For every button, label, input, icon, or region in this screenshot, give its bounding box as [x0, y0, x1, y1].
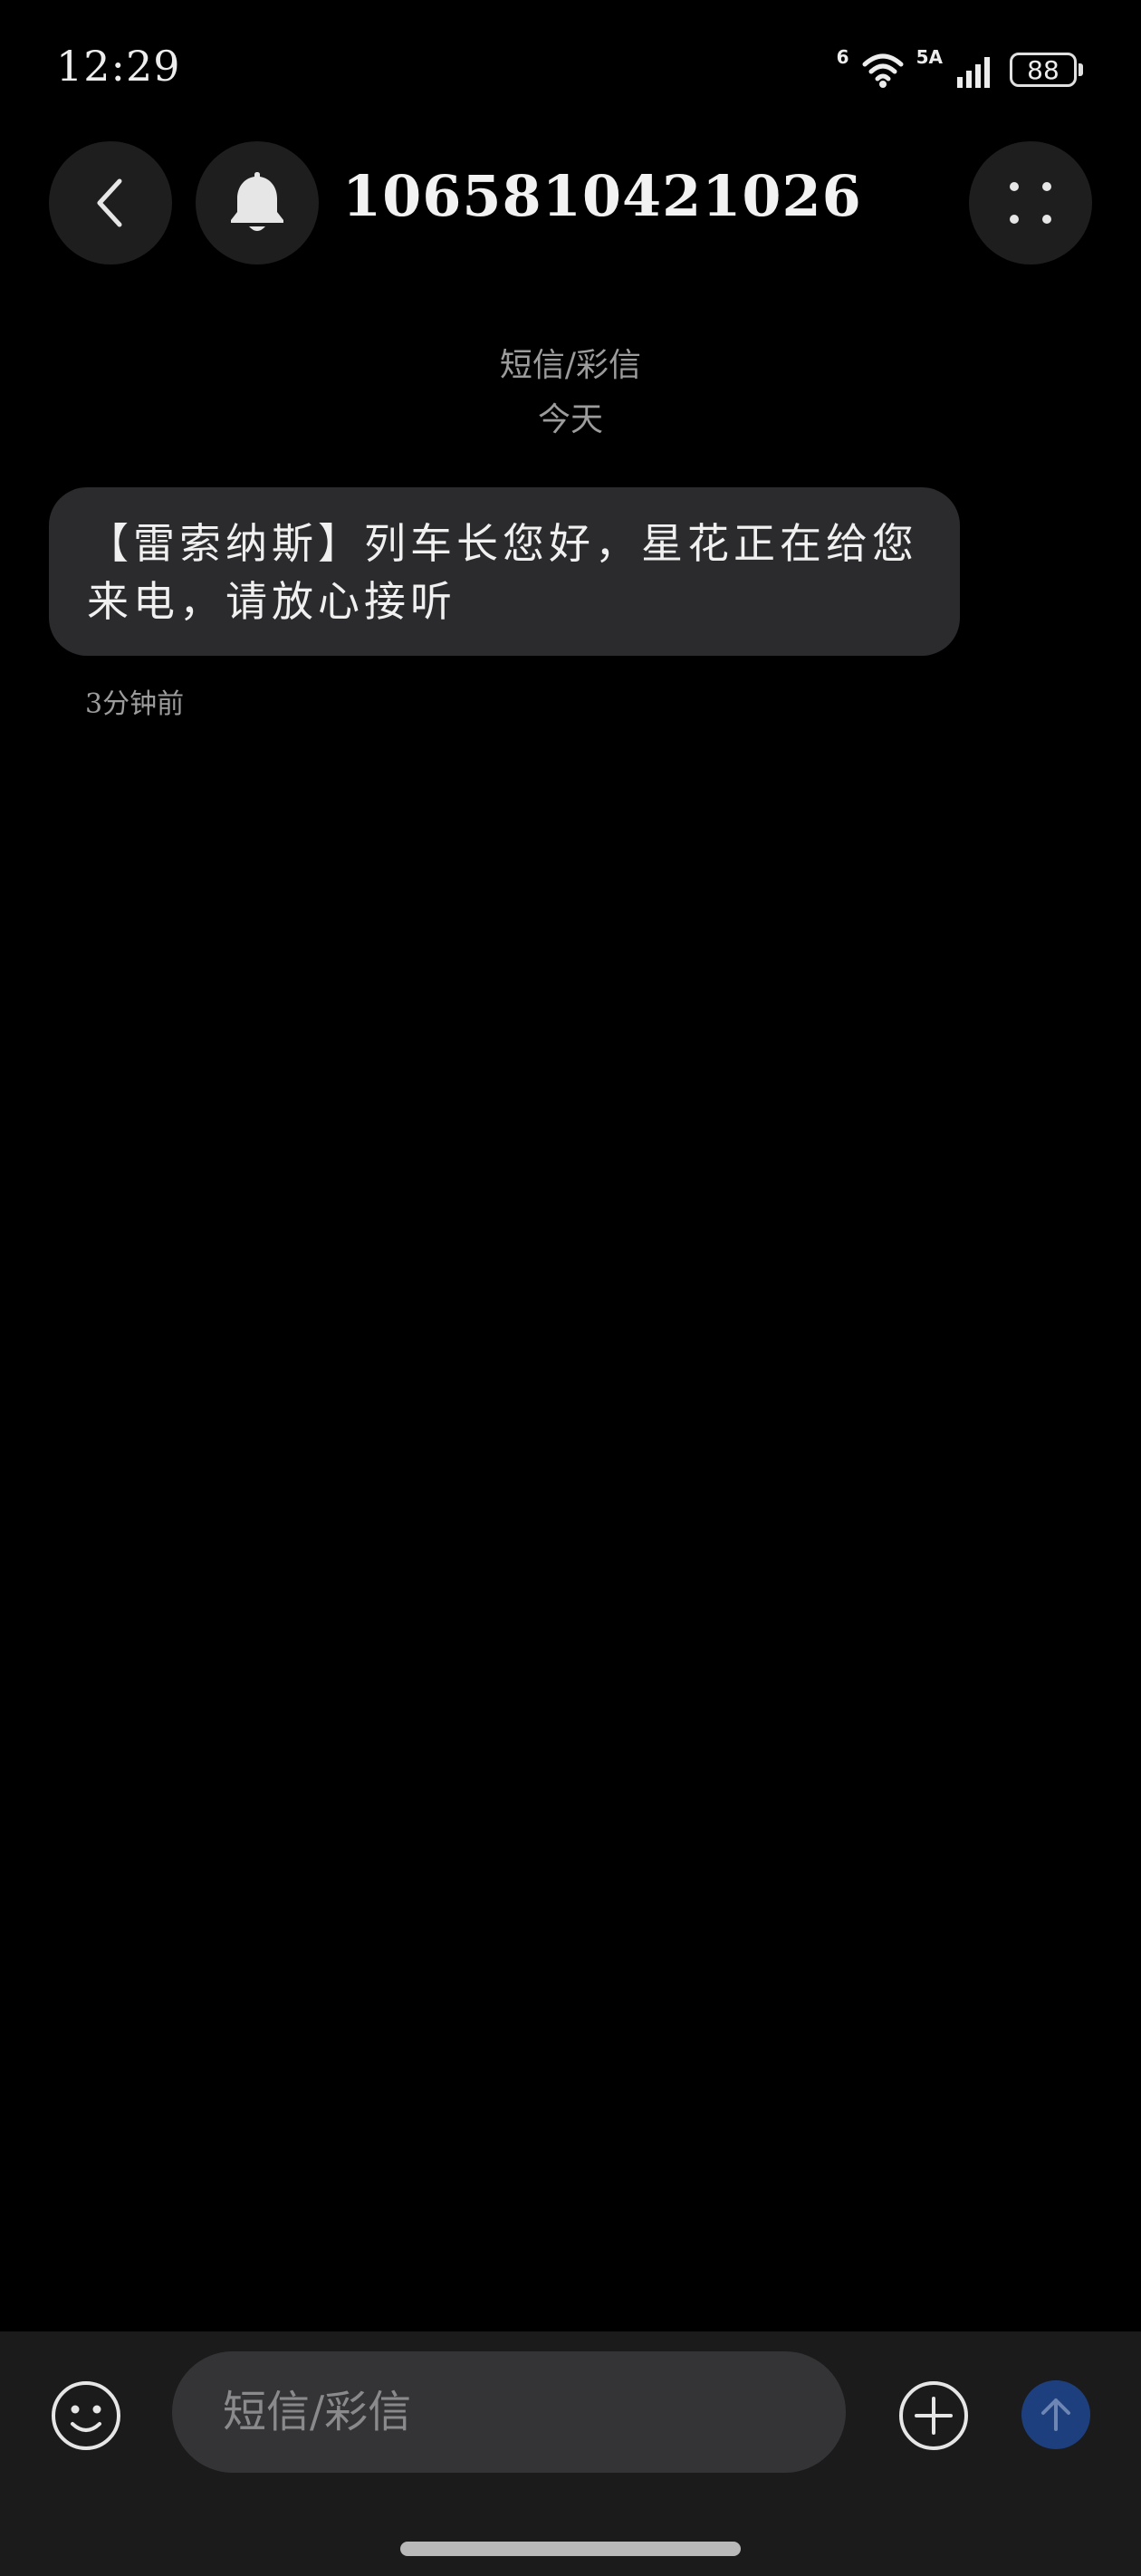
emoji-icon: [52, 2381, 120, 2450]
plus-circle-icon: [899, 2381, 968, 2450]
signal-icon: [957, 57, 990, 88]
home-indicator[interactable]: [400, 2542, 741, 2556]
send-button[interactable]: [1021, 2380, 1090, 2449]
battery-indicator: 88: [1010, 53, 1083, 87]
bell-icon: [231, 172, 283, 231]
back-button[interactable]: [49, 141, 172, 264]
conversation-header: 1065810421026: [0, 136, 1141, 272]
message-time: 3分钟前: [85, 688, 185, 720]
add-attachment-button[interactable]: [896, 2379, 971, 2453]
battery-level: 88: [1010, 53, 1077, 87]
battery-tip: [1079, 63, 1083, 76]
contact-number: 1065810421026: [342, 163, 862, 229]
wifi-icon: [862, 53, 904, 88]
emoji-button[interactable]: [49, 2379, 123, 2453]
date-label: 今天: [537, 401, 603, 438]
network-label: 5A: [916, 46, 943, 68]
arrow-up-icon: [1041, 2398, 1070, 2431]
input-bar: [0, 2331, 1141, 2576]
message-type-label: 短信/彩信: [499, 347, 642, 384]
chevron-left-icon: [97, 178, 122, 227]
message-bubble[interactable]: 【雷索纳斯】列车长您好，星花正在给您来电，请放心接听: [49, 487, 960, 656]
more-dots-icon: [1010, 182, 1051, 224]
status-time: 12:29: [56, 42, 181, 91]
status-bar: 12:29 6 5A 88: [0, 0, 1141, 136]
wifi-label: 6: [836, 46, 849, 68]
more-button[interactable]: [969, 141, 1092, 264]
status-icons: 6 5A 88: [837, 45, 1083, 94]
notification-button[interactable]: [196, 141, 319, 264]
message-input[interactable]: [172, 2351, 846, 2473]
